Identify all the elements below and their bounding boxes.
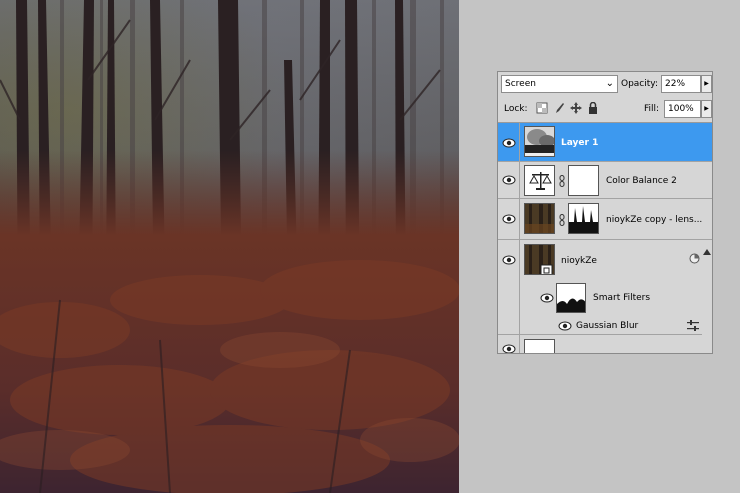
layer-row-nioykze-copy[interactable]: nioykZe copy - lens... — [498, 199, 712, 240]
layers-panel: Screen ⌄ Opacity: 22% ▶ Lock: Fill: 100%… — [497, 71, 713, 354]
eye-icon[interactable] — [501, 137, 517, 149]
forest-image — [0, 0, 459, 493]
filter-row-gaussian-blur[interactable]: Gaussian Blur — [498, 316, 712, 335]
lock-brush-icon[interactable] — [553, 102, 565, 114]
eye-icon[interactable] — [539, 292, 555, 304]
smart-filters-row[interactable]: Smart Filters — [498, 280, 712, 316]
lock-transparency-icon[interactable] — [536, 102, 548, 114]
eye-icon[interactable] — [557, 320, 573, 332]
adjustment-thumbnail — [524, 165, 555, 196]
filter-blending-options-icon[interactable] — [687, 320, 699, 331]
opacity-value: 22% — [665, 79, 686, 89]
layer-row-layer-1[interactable]: Layer 1 — [498, 123, 712, 162]
lock-row: Lock: Fill: 100% ▶ — [498, 97, 712, 122]
filter-mask-thumbnail — [556, 283, 586, 313]
layer-thumbnail — [524, 126, 555, 157]
fill-label: Fill: — [644, 104, 660, 114]
layer-thumbnail — [524, 244, 555, 275]
layer-name: nioykZe copy - lens... — [606, 215, 703, 225]
layer-row-color-balance[interactable]: Color Balance 2 — [498, 162, 712, 199]
lock-all-icon[interactable] — [587, 102, 599, 114]
link-chain-icon[interactable] — [559, 175, 565, 187]
visibility-column — [498, 280, 520, 316]
eye-icon[interactable] — [501, 254, 517, 266]
filter-name: Gaussian Blur — [576, 321, 639, 331]
lock-move-icon[interactable] — [570, 102, 582, 114]
scroll-up-arrow-icon[interactable] — [703, 249, 711, 255]
blend-mode-value: Screen — [505, 79, 536, 89]
eye-icon[interactable] — [501, 174, 517, 186]
balance-scale-icon — [525, 166, 554, 195]
eye-icon[interactable] — [501, 213, 517, 225]
opacity-slider-button[interactable]: ▶ — [701, 75, 712, 93]
layer-row-nioykze[interactable]: nioykZe — [498, 240, 712, 280]
layer-row-background[interactable] — [498, 335, 712, 354]
layer-thumbnail — [524, 339, 555, 353]
chevron-down-icon: ⌄ — [605, 78, 614, 89]
eye-icon[interactable] — [501, 343, 517, 354]
fill-field[interactable]: 100% — [664, 100, 701, 118]
opacity-label: Opacity: — [621, 79, 658, 89]
smart-filters-label: Smart Filters — [593, 293, 651, 303]
layer-mask-thumbnail — [568, 165, 599, 196]
smart-filter-options-icon[interactable] — [689, 253, 700, 264]
layer-thumbnail — [524, 203, 555, 234]
layer-name: Color Balance 2 — [606, 176, 677, 186]
visibility-column — [498, 316, 520, 334]
canvas-photo[interactable] — [0, 0, 459, 493]
blend-mode-dropdown[interactable]: Screen ⌄ — [501, 75, 618, 93]
fill-slider-button[interactable]: ▶ — [701, 100, 712, 118]
lock-label: Lock: — [504, 104, 528, 114]
opacity-field[interactable]: 22% — [661, 75, 701, 93]
layer-name: Layer 1 — [561, 138, 599, 148]
layer-mask-thumbnail — [568, 203, 599, 234]
blend-row: Screen ⌄ Opacity: 22% ▶ — [498, 72, 712, 97]
fill-value: 100% — [668, 104, 694, 114]
link-chain-icon[interactable] — [559, 214, 565, 226]
layers-scrollbar[interactable] — [702, 243, 712, 353]
layer-name: nioykZe — [561, 256, 597, 266]
